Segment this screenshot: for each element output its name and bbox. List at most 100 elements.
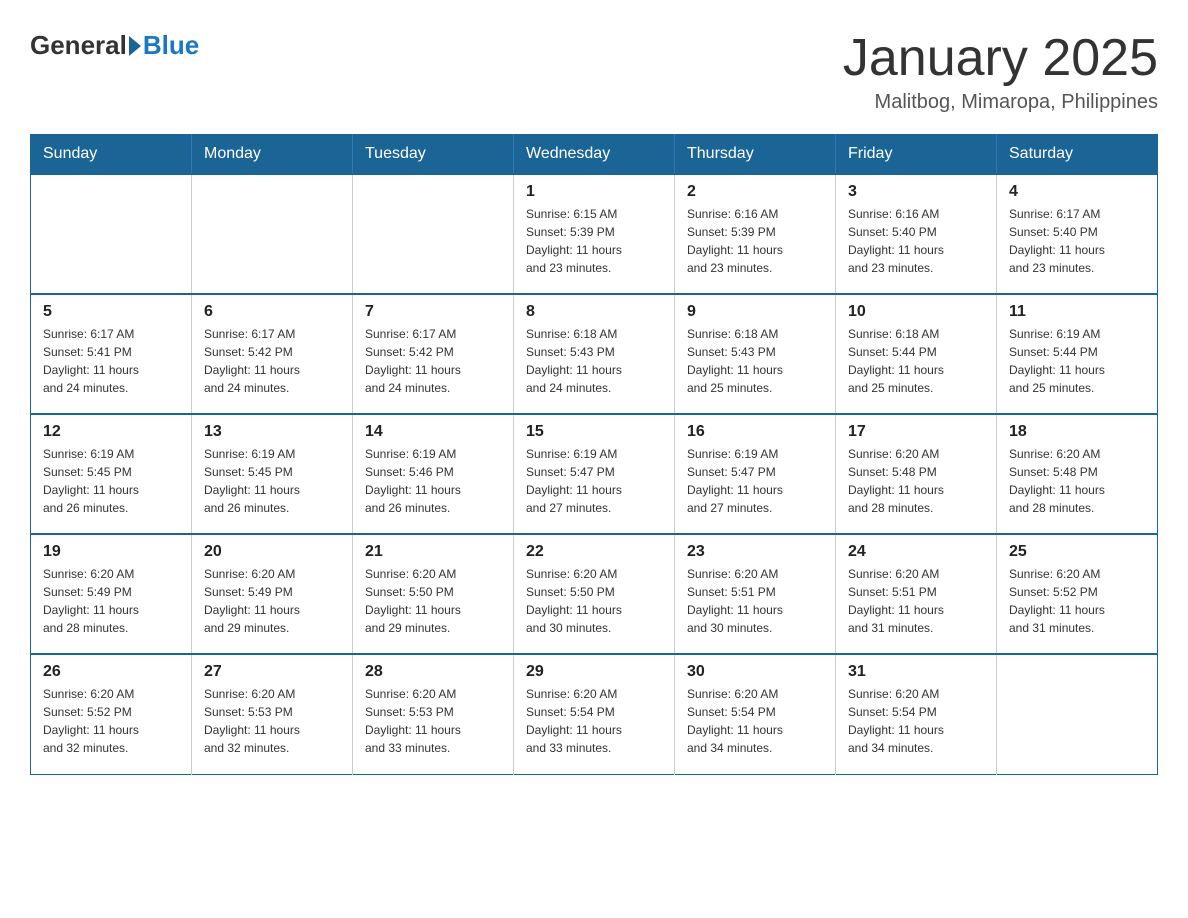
calendar-cell: 24 Sunrise: 6:20 AMSunset: 5:51 PMDayligh… (836, 534, 997, 654)
day-info: Sunrise: 6:20 AMSunset: 5:48 PMDaylight:… (1009, 445, 1145, 517)
header-thursday: Thursday (675, 135, 836, 175)
day-number: 24 (848, 543, 984, 561)
day-info: Sunrise: 6:19 AMSunset: 5:44 PMDaylight:… (1009, 325, 1145, 397)
calendar-header: Sunday Monday Tuesday Wednesday Thursday… (31, 135, 1158, 175)
day-number: 19 (43, 543, 179, 561)
calendar-cell: 12 Sunrise: 6:19 AMSunset: 5:45 PMDayligh… (31, 414, 192, 534)
day-number: 7 (365, 303, 501, 321)
calendar-cell: 9 Sunrise: 6:18 AMSunset: 5:43 PMDaylight… (675, 294, 836, 414)
day-number: 16 (687, 423, 823, 441)
day-info: Sunrise: 6:17 AMSunset: 5:40 PMDaylight:… (1009, 205, 1145, 277)
day-info: Sunrise: 6:20 AMSunset: 5:50 PMDaylight:… (365, 565, 501, 637)
calendar-cell (353, 174, 514, 294)
calendar-cell: 29 Sunrise: 6:20 AMSunset: 5:54 PMDayligh… (514, 654, 675, 774)
day-info: Sunrise: 6:20 AMSunset: 5:51 PMDaylight:… (687, 565, 823, 637)
calendar-cell: 30 Sunrise: 6:20 AMSunset: 5:54 PMDayligh… (675, 654, 836, 774)
calendar-cell: 2 Sunrise: 6:16 AMSunset: 5:39 PMDaylight… (675, 174, 836, 294)
day-info: Sunrise: 6:16 AMSunset: 5:39 PMDaylight:… (687, 205, 823, 277)
day-info: Sunrise: 6:20 AMSunset: 5:54 PMDaylight:… (526, 685, 662, 757)
day-number: 18 (1009, 423, 1145, 441)
calendar-cell: 11Sunrise: 6:19 AMSunset: 5:44 PMDayligh… (997, 294, 1158, 414)
title-section: January 2025 Malitbog, Mimaropa, Philipp… (843, 30, 1158, 114)
day-number: 21 (365, 543, 501, 561)
day-number: 12 (43, 423, 179, 441)
calendar-cell: 22Sunrise: 6:20 AMSunset: 5:50 PMDayligh… (514, 534, 675, 654)
day-info: Sunrise: 6:17 AMSunset: 5:42 PMDaylight:… (365, 325, 501, 397)
day-number: 1 (526, 183, 662, 201)
calendar-week-4: 19 Sunrise: 6:20 AMSunset: 5:49 PMDayligh… (31, 534, 1158, 654)
calendar-cell: 28 Sunrise: 6:20 AMSunset: 5:53 PMDayligh… (353, 654, 514, 774)
calendar-week-5: 26Sunrise: 6:20 AMSunset: 5:52 PMDayligh… (31, 654, 1158, 774)
day-info: Sunrise: 6:19 AMSunset: 5:45 PMDaylight:… (43, 445, 179, 517)
calendar-cell: 18 Sunrise: 6:20 AMSunset: 5:48 PMDayligh… (997, 414, 1158, 534)
day-number: 4 (1009, 183, 1145, 201)
header-monday: Monday (192, 135, 353, 175)
calendar-cell: 14Sunrise: 6:19 AMSunset: 5:46 PMDayligh… (353, 414, 514, 534)
header-saturday: Saturday (997, 135, 1158, 175)
day-info: Sunrise: 6:20 AMSunset: 5:53 PMDaylight:… (365, 685, 501, 757)
day-info: Sunrise: 6:18 AMSunset: 5:43 PMDaylight:… (526, 325, 662, 397)
logo-blue-text: Blue (143, 30, 199, 61)
header-sunday: Sunday (31, 135, 192, 175)
logo-general-text: General (30, 30, 127, 61)
day-number: 10 (848, 303, 984, 321)
day-info: Sunrise: 6:18 AMSunset: 5:43 PMDaylight:… (687, 325, 823, 397)
calendar-cell: 15Sunrise: 6:19 AMSunset: 5:47 PMDayligh… (514, 414, 675, 534)
calendar-cell: 20Sunrise: 6:20 AMSunset: 5:49 PMDayligh… (192, 534, 353, 654)
calendar-cell (997, 654, 1158, 774)
logo-arrow-icon (129, 36, 141, 56)
header-friday: Friday (836, 135, 997, 175)
day-info: Sunrise: 6:20 AMSunset: 5:48 PMDaylight:… (848, 445, 984, 517)
day-number: 2 (687, 183, 823, 201)
day-number: 30 (687, 663, 823, 681)
day-number: 6 (204, 303, 340, 321)
calendar-week-1: 1Sunrise: 6:15 AMSunset: 5:39 PMDaylight… (31, 174, 1158, 294)
calendar-cell: 17 Sunrise: 6:20 AMSunset: 5:48 PMDayligh… (836, 414, 997, 534)
calendar-cell: 21 Sunrise: 6:20 AMSunset: 5:50 PMDayligh… (353, 534, 514, 654)
calendar-week-2: 5 Sunrise: 6:17 AMSunset: 5:41 PMDaylight… (31, 294, 1158, 414)
calendar-cell: 10 Sunrise: 6:18 AMSunset: 5:44 PMDayligh… (836, 294, 997, 414)
calendar-cell: 5 Sunrise: 6:17 AMSunset: 5:41 PMDaylight… (31, 294, 192, 414)
day-number: 14 (365, 423, 501, 441)
header-wednesday: Wednesday (514, 135, 675, 175)
day-info: Sunrise: 6:20 AMSunset: 5:49 PMDaylight:… (43, 565, 179, 637)
day-number: 9 (687, 303, 823, 321)
month-title: January 2025 (843, 30, 1158, 87)
logo: General Blue (30, 30, 199, 61)
calendar-cell: 3Sunrise: 6:16 AMSunset: 5:40 PMDaylight… (836, 174, 997, 294)
calendar-cell: 23 Sunrise: 6:20 AMSunset: 5:51 PMDayligh… (675, 534, 836, 654)
calendar-cell: 27Sunrise: 6:20 AMSunset: 5:53 PMDayligh… (192, 654, 353, 774)
calendar-cell: 4 Sunrise: 6:17 AMSunset: 5:40 PMDaylight… (997, 174, 1158, 294)
day-info: Sunrise: 6:20 AMSunset: 5:54 PMDaylight:… (848, 685, 984, 757)
day-info: Sunrise: 6:20 AMSunset: 5:52 PMDaylight:… (43, 685, 179, 757)
calendar-cell: 19 Sunrise: 6:20 AMSunset: 5:49 PMDayligh… (31, 534, 192, 654)
day-info: Sunrise: 6:18 AMSunset: 5:44 PMDaylight:… (848, 325, 984, 397)
day-number: 27 (204, 663, 340, 681)
calendar-cell: 31Sunrise: 6:20 AMSunset: 5:54 PMDayligh… (836, 654, 997, 774)
day-info: Sunrise: 6:20 AMSunset: 5:54 PMDaylight:… (687, 685, 823, 757)
calendar-cell: 8 Sunrise: 6:18 AMSunset: 5:43 PMDaylight… (514, 294, 675, 414)
calendar-week-3: 12 Sunrise: 6:19 AMSunset: 5:45 PMDayligh… (31, 414, 1158, 534)
day-info: Sunrise: 6:20 AMSunset: 5:49 PMDaylight:… (204, 565, 340, 637)
day-info: Sunrise: 6:19 AMSunset: 5:47 PMDaylight:… (526, 445, 662, 517)
day-info: Sunrise: 6:17 AMSunset: 5:42 PMDaylight:… (204, 325, 340, 397)
day-number: 3 (848, 183, 984, 201)
header-row: Sunday Monday Tuesday Wednesday Thursday… (31, 135, 1158, 175)
day-number: 5 (43, 303, 179, 321)
calendar-cell: 16Sunrise: 6:19 AMSunset: 5:47 PMDayligh… (675, 414, 836, 534)
calendar-cell: 13 Sunrise: 6:19 AMSunset: 5:45 PMDayligh… (192, 414, 353, 534)
day-info: Sunrise: 6:17 AMSunset: 5:41 PMDaylight:… (43, 325, 179, 397)
day-number: 8 (526, 303, 662, 321)
day-number: 17 (848, 423, 984, 441)
calendar-cell: 26Sunrise: 6:20 AMSunset: 5:52 PMDayligh… (31, 654, 192, 774)
day-number: 29 (526, 663, 662, 681)
calendar-cell: 7 Sunrise: 6:17 AMSunset: 5:42 PMDaylight… (353, 294, 514, 414)
day-number: 28 (365, 663, 501, 681)
day-info: Sunrise: 6:19 AMSunset: 5:45 PMDaylight:… (204, 445, 340, 517)
calendar-cell: 6 Sunrise: 6:17 AMSunset: 5:42 PMDaylight… (192, 294, 353, 414)
day-number: 23 (687, 543, 823, 561)
calendar-table: Sunday Monday Tuesday Wednesday Thursday… (30, 134, 1158, 775)
day-number: 13 (204, 423, 340, 441)
calendar-cell (192, 174, 353, 294)
day-info: Sunrise: 6:20 AMSunset: 5:51 PMDaylight:… (848, 565, 984, 637)
